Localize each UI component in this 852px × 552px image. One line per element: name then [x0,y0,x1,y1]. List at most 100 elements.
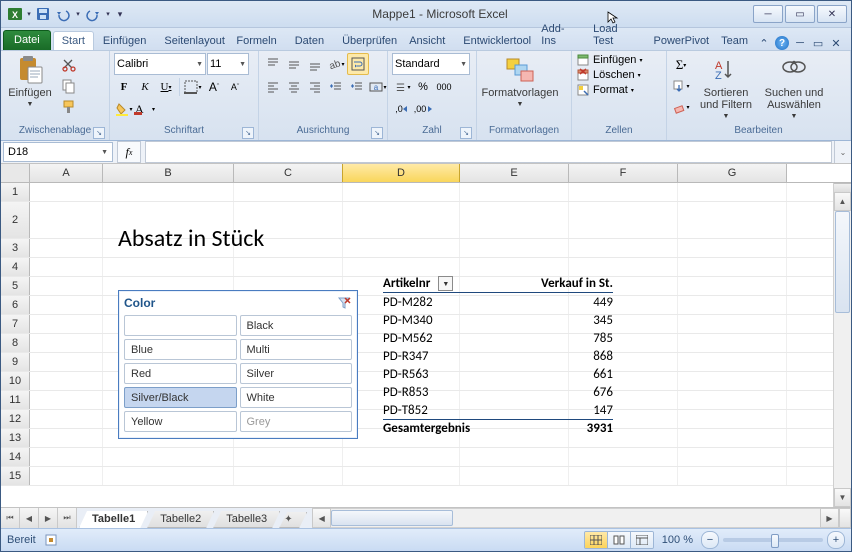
wrap-text-button[interactable] [347,53,369,75]
row-header-10[interactable]: 10 [1,372,30,390]
clear-filter-icon[interactable] [336,295,352,311]
row-header-6[interactable]: 6 [1,296,30,314]
slicer-item[interactable]: Red [124,363,237,384]
italic-button[interactable]: K [135,77,155,97]
formula-input[interactable] [145,141,832,163]
cell[interactable] [103,448,234,466]
cell[interactable] [678,258,787,276]
sort-filter-button[interactable]: AZ Sortieren und Filtern ▼ [695,53,757,120]
col-header-F[interactable]: F [569,164,678,182]
hscroll-thumb[interactable] [331,510,453,526]
col-header-A[interactable]: A [30,164,103,182]
orientation-icon[interactable]: ab▾ [326,54,346,74]
align-center-icon[interactable] [284,77,304,97]
align-top-icon[interactable] [263,54,283,74]
name-box[interactable]: D18▼ [3,142,113,162]
cell[interactable] [460,202,569,238]
row-header-1[interactable]: 1 [1,183,30,201]
zoom-out-button[interactable]: − [701,531,719,549]
first-sheet-icon[interactable]: ⏮ [1,508,20,528]
cell[interactable] [30,277,103,295]
row-header-13[interactable]: 13 [1,429,30,447]
tab-team[interactable]: Team [712,31,757,50]
col-header-C[interactable]: C [234,164,343,182]
font-name-combo[interactable]: Calibri▼ [114,53,206,75]
insert-cells-button[interactable]: Einfügen▾ [576,53,642,67]
format-cells-button[interactable]: Format▾ [576,83,634,97]
launcher-icon[interactable]: ↘ [371,127,383,139]
workbook-minimize-icon[interactable]: ─ [793,36,807,50]
row-header-11[interactable]: 11 [1,391,30,409]
close-button[interactable]: ✕ [817,5,847,23]
cell[interactable] [234,467,343,485]
number-format-combo[interactable]: Standard▼ [392,53,470,75]
cell[interactable] [678,353,787,371]
increase-decimal-icon[interactable]: ,0 [392,99,412,119]
slicer-item[interactable] [124,315,237,336]
cell[interactable] [678,372,787,390]
vertical-scrollbar[interactable]: ▲ ▼ [833,183,851,507]
redo-menu-icon[interactable]: ▾ [103,4,113,24]
row-header-4[interactable]: 4 [1,258,30,276]
decrease-font-icon[interactable]: Aˇ [225,77,245,97]
align-right-icon[interactable] [305,77,325,97]
cell[interactable] [678,391,787,409]
autosum-icon[interactable]: Σ▾ [671,55,691,75]
tab-daten[interactable]: Daten [286,31,333,50]
row-header-7[interactable]: 7 [1,315,30,333]
help-icon[interactable]: ? [775,36,789,50]
zoom-in-button[interactable]: + [827,531,845,549]
tab-addins[interactable]: Add-Ins [532,19,584,50]
launcher-icon[interactable]: ↘ [460,127,472,139]
find-select-button[interactable]: Suchen und Auswählen ▼ [761,53,827,120]
cell[interactable] [678,183,787,201]
cell[interactable] [30,315,103,333]
tab-entwicklertools[interactable]: Entwicklertools [454,31,532,50]
tab-formeln[interactable]: Formeln [227,31,285,50]
select-all-corner[interactable] [1,164,30,182]
split-handle-top[interactable] [834,183,851,192]
cell[interactable] [343,239,460,257]
cell[interactable] [30,296,103,314]
cell[interactable] [30,334,103,352]
scroll-up-icon[interactable]: ▲ [834,192,851,211]
slicer-item[interactable]: Silver/Black [124,387,237,408]
format-painter-icon[interactable] [59,97,79,117]
cell[interactable] [30,239,103,257]
minimize-button[interactable]: ─ [753,5,783,23]
tab-ansicht[interactable]: Ansicht [400,31,454,50]
new-sheet-icon[interactable]: ✦ [279,512,307,528]
cell[interactable] [234,448,343,466]
undo-icon[interactable] [53,4,73,24]
launcher-icon[interactable]: ↘ [242,127,254,139]
last-sheet-icon[interactable]: ⏭ [58,508,77,528]
merge-center-button[interactable]: a▾ [368,77,388,97]
row-header-2[interactable]: 2 [1,202,30,238]
accounting-format-icon[interactable]: ☰▾ [392,77,412,97]
cell[interactable] [30,429,103,447]
cell[interactable] [678,410,787,428]
cell[interactable] [678,277,787,295]
cell[interactable] [30,391,103,409]
cell[interactable] [30,372,103,390]
zoom-track[interactable] [723,538,823,542]
redo-icon[interactable] [83,4,103,24]
cell[interactable] [678,467,787,485]
vscroll-thumb[interactable] [835,211,850,313]
cell[interactable] [343,258,460,276]
border-button[interactable]: ▾ [183,77,203,97]
font-size-combo[interactable]: 11▼ [207,53,249,75]
macro-record-icon[interactable] [44,533,58,547]
cell[interactable] [234,183,343,201]
cell[interactable] [678,239,787,257]
fill-color-button[interactable]: ▾ [114,99,134,119]
tab-start[interactable]: Start [53,31,94,50]
cell[interactable] [460,183,569,201]
scroll-down-icon[interactable]: ▼ [834,488,851,507]
pivot-filter-dropdown[interactable]: ▼ [438,276,453,291]
cell[interactable] [460,258,569,276]
file-tab[interactable]: Datei [3,30,51,50]
sheet-tab[interactable]: Tabelle3 [213,511,280,528]
cell[interactable] [569,239,678,257]
normal-view-icon[interactable] [585,532,608,548]
